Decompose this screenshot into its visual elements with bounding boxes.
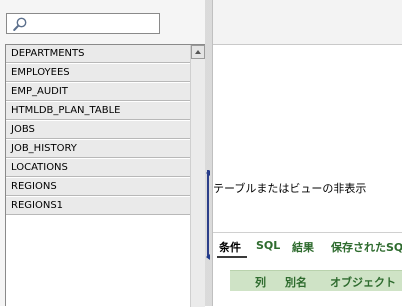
search-box[interactable]	[6, 13, 160, 34]
tab-sql[interactable]: SQL	[256, 239, 280, 252]
hide-tables-label[interactable]: テーブルまたはビューの非表示	[213, 180, 366, 196]
list-item[interactable]: HTMLDB_PLAN_TABLE	[6, 102, 190, 120]
column-header-object: オブジェクト	[330, 276, 396, 289]
query-design-toolbar	[213, 0, 402, 45]
list-item[interactable]: REGIONS	[6, 178, 190, 196]
list-item[interactable]: JOB_HISTORY	[6, 140, 190, 158]
column-header-alias: 別名	[285, 276, 307, 289]
column-header-column: 列	[255, 276, 266, 289]
list-item[interactable]: REGIONS1	[6, 197, 190, 215]
tab-saved-sql[interactable]: 保存されたSQL	[331, 239, 402, 255]
splitter-handle[interactable]	[207, 170, 209, 258]
query-builder-window: DEPARTMENTS EMPLOYEES EMP_AUDIT HTMLDB_P…	[0, 0, 402, 307]
panel-splitter[interactable]	[205, 0, 213, 306]
search-icon[interactable]	[12, 16, 28, 32]
table-list: DEPARTMENTS EMPLOYEES EMP_AUDIT HTMLDB_P…	[5, 44, 205, 307]
list-item[interactable]: LOCATIONS	[6, 159, 190, 177]
tab-bar: 条件 SQL 結果 保存されたSQL	[213, 232, 402, 261]
list-item[interactable]: JOBS	[6, 121, 190, 139]
list-item[interactable]: EMPLOYEES	[6, 64, 190, 82]
search-input[interactable]	[29, 15, 157, 32]
object-browser-panel: DEPARTMENTS EMPLOYEES EMP_AUDIT HTMLDB_P…	[0, 0, 206, 307]
list-item[interactable]: DEPARTMENTS	[6, 45, 190, 63]
conditions-header-row: 列 別名 オブジェクト	[230, 270, 402, 291]
tab-conditions[interactable]: 条件	[219, 239, 241, 255]
tab-results[interactable]: 結果	[292, 239, 314, 255]
scroll-up-arrow-icon[interactable]	[191, 45, 205, 59]
list-item[interactable]: EMP_AUDIT	[6, 83, 190, 101]
collapse-arrow-bottom-icon[interactable]	[206, 254, 210, 260]
active-tab-indicator	[217, 256, 247, 258]
list-scrollbar[interactable]	[190, 45, 205, 307]
